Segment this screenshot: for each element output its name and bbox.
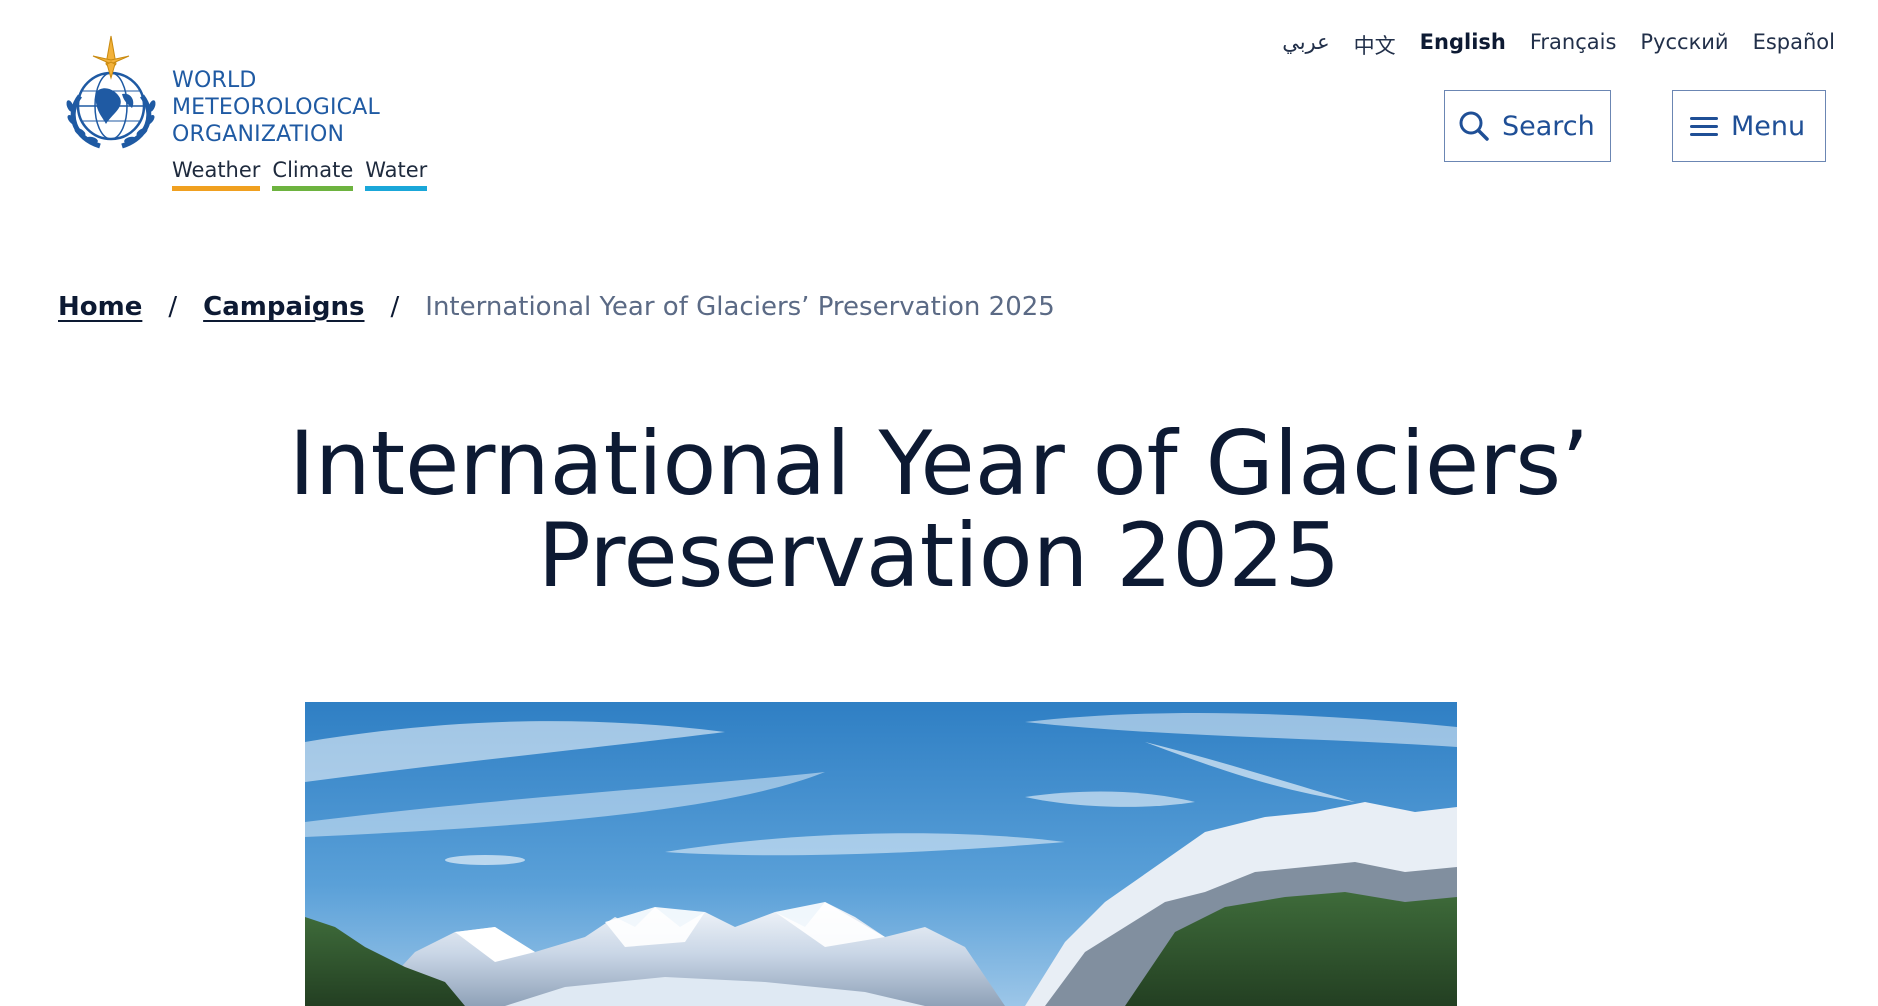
menu-button[interactable]: Menu [1672,90,1826,162]
search-icon [1459,111,1489,141]
breadcrumb-campaigns[interactable]: Campaigns [203,292,364,322]
org-tagline: Weather Climate Water [172,157,428,191]
page-title: International Year of Glaciers’ Preserva… [0,418,1878,602]
lang-russian[interactable]: Русский [1640,30,1728,60]
breadcrumb-current: International Year of Glaciers’ Preserva… [425,292,1055,322]
breadcrumb: Home / Campaigns / International Year of… [58,292,1055,322]
search-button-label: Search [1502,110,1595,142]
page-title-line: International Year of Glaciers’ [288,412,1590,515]
lang-french[interactable]: Français [1530,30,1617,60]
language-switcher: عربي 中文 English Français Русский Español [1282,30,1835,60]
tagline-weather: Weather [172,157,261,191]
wmo-emblem-icon[interactable] [58,34,164,152]
hamburger-icon [1690,117,1718,136]
org-name-line: METEOROLOGICAL [172,95,380,120]
lang-chinese[interactable]: 中文 [1354,30,1396,60]
org-name-line: ORGANIZATION [172,122,345,147]
page-title-line: Preservation 2025 [537,504,1341,607]
menu-button-label: Menu [1731,110,1806,142]
hero-glacier-image [305,702,1457,1006]
breadcrumb-home[interactable]: Home [58,292,142,322]
org-name-line: WORLD [172,68,257,93]
org-name[interactable]: WORLD METEOROLOGICAL ORGANIZATION [172,67,380,148]
lang-arabic[interactable]: عربي [1282,30,1329,60]
breadcrumb-separator: / [390,292,400,322]
breadcrumb-separator: / [168,292,178,322]
tagline-water: Water [365,157,428,191]
lang-spanish[interactable]: Español [1753,30,1835,60]
search-button[interactable]: Search [1444,90,1611,162]
lang-english[interactable]: English [1420,30,1506,60]
tagline-climate: Climate [272,157,354,191]
